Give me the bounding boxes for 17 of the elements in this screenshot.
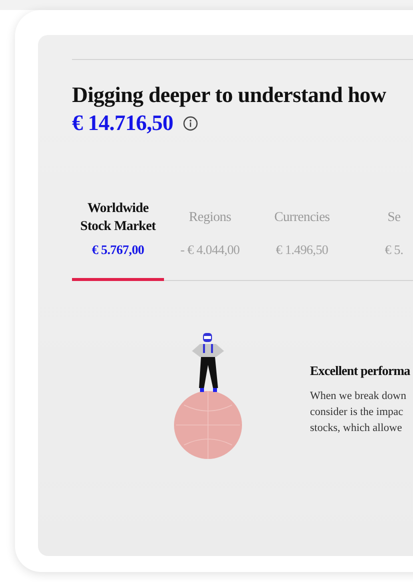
tab-amount: € 5. <box>384 242 404 258</box>
tab-amount: € 5.767,00 <box>92 242 144 258</box>
insight-text: When we break down consider is the impac stocks, which allowe <box>310 389 408 436</box>
tab[interactable]: Worldwide Stock Market € 5.767,00 <box>72 198 164 281</box>
total-amount: € 14.716,50 <box>72 110 174 136</box>
tab[interactable]: Se € 5. <box>348 198 413 281</box>
tab[interactable]: Regions - € 4.044,00 <box>164 198 256 281</box>
tab-label: Se <box>388 208 400 226</box>
page-heading: Digging deeper to understand how <box>72 82 388 108</box>
tab-label: Currencies <box>274 208 330 226</box>
tab-amount: € 1.496,50 <box>276 242 328 258</box>
insight-title: Excellent performa <box>310 363 410 379</box>
tab[interactable]: Currencies € 1.496,50 <box>256 198 348 281</box>
info-icon[interactable] <box>183 116 198 130</box>
tab-label: Worldwide Stock Market <box>80 199 156 235</box>
tab-label: Regions <box>188 208 232 226</box>
tab-amount: - € 4.044,00 <box>180 242 240 258</box>
